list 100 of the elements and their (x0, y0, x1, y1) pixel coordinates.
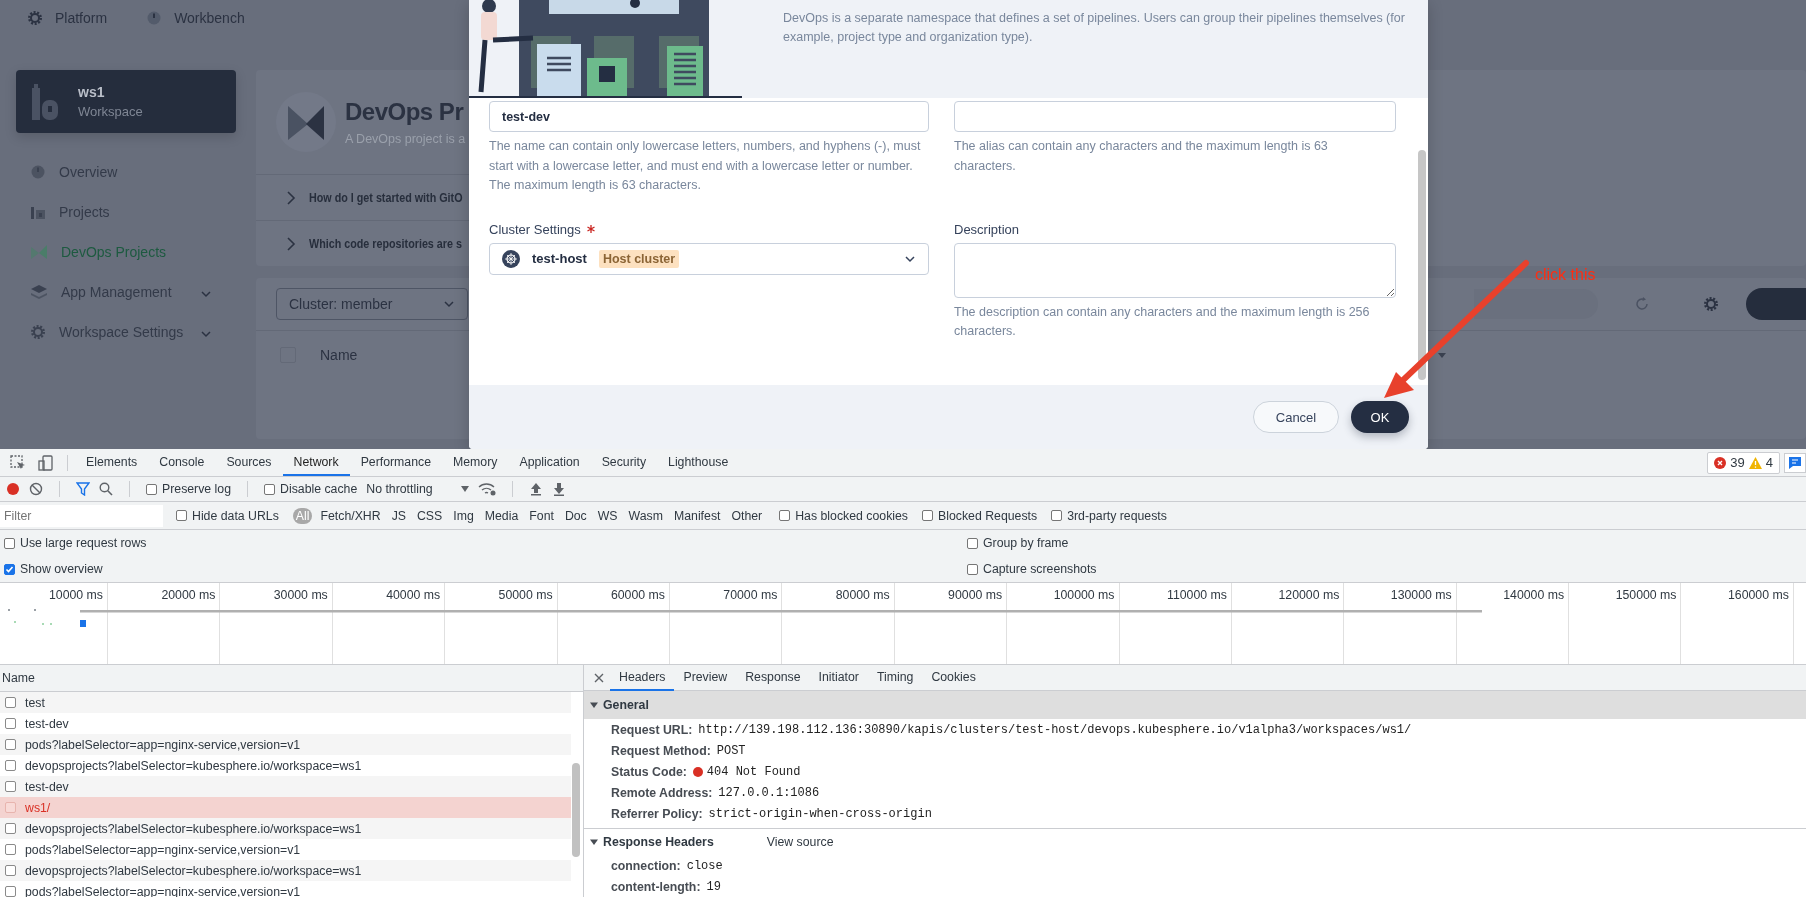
faq-question: How do I get started with GitO (309, 190, 463, 205)
checkbox[interactable] (5, 865, 16, 876)
header-name: Referrer Policy: (611, 806, 703, 821)
header-value: http://139.198.112.136:30890/kapis/clusters/test-host/devops.kubesphere.io/v1alpha3/workspaces/ws1/ (698, 722, 1412, 737)
devtools-tab[interactable]: Elements (75, 449, 149, 476)
checkbox[interactable] (1051, 510, 1063, 521)
workspace-type: Workspace (78, 104, 143, 119)
request-row[interactable]: devopsprojects?labelSelector=kubesphere.io/workspace=ws1 (0, 860, 571, 881)
search-field[interactable] (1474, 289, 1598, 319)
type-filter-button[interactable]: Wasm (625, 507, 666, 524)
request-row[interactable]: devopsprojects?labelSelector=kubesphere.io/workspace=ws1 (0, 818, 571, 839)
devtools-tab[interactable]: Lighthouse (657, 449, 740, 476)
section-header[interactable]: General (584, 691, 1806, 719)
request-row[interactable]: test-dev (0, 713, 571, 734)
details-tab[interactable]: Cookies (922, 665, 985, 691)
request-row[interactable]: ws1/ (0, 797, 571, 818)
wifi-icon[interactable] (477, 482, 496, 496)
header-name: Request URL: (611, 722, 693, 737)
type-filter-button[interactable]: Media (481, 507, 522, 524)
settings-icon[interactable] (1704, 297, 1718, 311)
gear-icon (31, 325, 45, 339)
checkbox[interactable] (967, 563, 978, 575)
checkbox[interactable] (5, 718, 16, 729)
details-tab[interactable]: Timing (867, 665, 923, 691)
filter-field[interactable]: Filter (0, 504, 163, 527)
alias-field[interactable] (954, 101, 1396, 132)
checkbox[interactable] (922, 510, 933, 521)
search-icon[interactable] (99, 482, 113, 496)
checkbox[interactable] (176, 510, 187, 521)
type-filter-button[interactable]: Fetch/XHR (317, 507, 384, 524)
details-tab[interactable]: Preview (674, 665, 737, 691)
checkbox[interactable] (5, 802, 16, 813)
scrollbar[interactable] (572, 763, 580, 857)
devtools-tab[interactable]: Performance (349, 449, 443, 476)
checkbox[interactable] (5, 760, 16, 771)
checkbox[interactable] (5, 781, 16, 792)
devtools-tab[interactable]: Console (148, 449, 216, 476)
checkbox[interactable] (779, 510, 791, 521)
type-filter-button[interactable]: CSS (414, 507, 446, 524)
device-icon[interactable] (38, 454, 54, 471)
request-row[interactable]: pods?labelSelector=app=nginx-service,version=v1 (0, 839, 571, 860)
message-icon[interactable] (1784, 452, 1806, 473)
checkbox[interactable] (5, 823, 16, 834)
checkbox[interactable] (5, 697, 16, 708)
checkbox[interactable] (5, 844, 16, 855)
checkbox[interactable] (5, 886, 16, 897)
cancel-button[interactable]: Cancel (1253, 401, 1339, 433)
type-filter-button[interactable]: Manifest (670, 507, 724, 524)
checkbox[interactable] (146, 483, 157, 495)
type-filter-button[interactable]: Other (728, 507, 766, 524)
name-field[interactable]: test-dev (489, 101, 929, 132)
cluster-tag: Host cluster (598, 249, 680, 268)
details-tab[interactable]: Response (736, 665, 810, 691)
issues-counter[interactable]: 39 4 (1707, 451, 1780, 474)
checkbox-label: Hide data URLs (192, 508, 279, 523)
devtools-tab[interactable]: Memory (442, 449, 509, 476)
record-button[interactable] (6, 482, 20, 496)
type-filter-button[interactable]: JS (388, 507, 409, 524)
scrollbar[interactable] (1418, 150, 1426, 380)
checkbox[interactable] (4, 537, 15, 549)
request-row[interactable]: devopsprojects?labelSelector=kubesphere.io/workspace=ws1 (0, 755, 571, 776)
request-row[interactable]: pods?labelSelector=app=nginx-service,version=v1 (0, 734, 571, 755)
status-dot (692, 766, 703, 777)
cluster-select[interactable]: test-host Host cluster (489, 242, 929, 275)
building-icon (31, 205, 45, 219)
devtools-tab[interactable]: Sources (215, 449, 283, 476)
action-button[interactable] (1746, 288, 1806, 320)
description-field[interactable] (954, 242, 1396, 298)
request-row[interactable]: test (0, 692, 571, 713)
checkbox[interactable] (4, 563, 15, 575)
type-filter-button[interactable]: Font (526, 507, 557, 524)
type-filter-button[interactable]: WS (594, 507, 621, 524)
devtools-tab[interactable]: Network (282, 449, 350, 476)
header-name: content-length: (611, 879, 701, 894)
devtools-tab[interactable]: Application (508, 449, 591, 476)
type-filter-button[interactable]: Doc (561, 507, 590, 524)
checkbox[interactable] (264, 483, 276, 495)
checkbox[interactable] (967, 537, 978, 549)
throttling-select[interactable]: No throttling (366, 482, 469, 496)
header-name: Request Method: (611, 743, 711, 758)
header-name: Remote Address: (611, 785, 713, 800)
download-icon[interactable] (551, 482, 566, 496)
faq-question: Which code repositories are s (309, 236, 462, 251)
details-tab[interactable]: Initiator (809, 665, 868, 691)
gauge-icon (31, 165, 45, 179)
view-source-link[interactable]: View source (766, 835, 834, 849)
type-filter-button[interactable]: Img (450, 507, 477, 524)
filter-icon[interactable] (76, 482, 90, 496)
inspect-icon[interactable] (10, 454, 26, 471)
close-icon[interactable] (594, 672, 604, 683)
clear-icon[interactable] (29, 482, 43, 496)
section-header[interactable]: Response Headers (590, 835, 714, 849)
annotation-text: click this (1535, 266, 1596, 284)
devtools-tab[interactable]: Security (590, 449, 658, 476)
upload-icon[interactable] (528, 482, 543, 496)
request-row[interactable]: test-dev (0, 776, 571, 797)
field-label: Description (954, 221, 1020, 237)
checkbox[interactable] (5, 739, 16, 750)
column-header: Name (0, 665, 583, 692)
ok-button[interactable]: OK (1351, 401, 1409, 433)
